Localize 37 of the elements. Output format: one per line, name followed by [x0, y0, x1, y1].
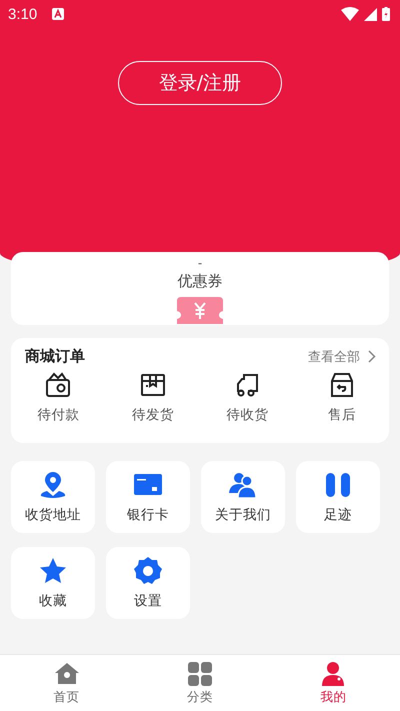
- tab-item[interactable]: 分类: [133, 655, 267, 711]
- people-icon: [228, 470, 258, 500]
- tab-item[interactable]: 我的: [266, 655, 400, 711]
- order-status-button[interactable]: 售后: [294, 372, 389, 424]
- order-status-button[interactable]: 待付款: [11, 372, 106, 424]
- order-status-button[interactable]: 待收货: [200, 372, 294, 424]
- signal-icon: [364, 8, 377, 20]
- service-tile[interactable]: 足迹: [296, 461, 380, 533]
- wifi-icon: [341, 7, 359, 21]
- service-tile[interactable]: 设置: [106, 547, 190, 619]
- package-icon: [140, 372, 166, 398]
- notification-icon: [52, 8, 64, 20]
- service-tile[interactable]: 关于我们: [201, 461, 285, 533]
- service-tile[interactable]: 银行卡: [106, 461, 190, 533]
- order-status-button[interactable]: 待发货: [106, 372, 200, 424]
- user-icon: [320, 660, 346, 686]
- star-icon: [38, 556, 68, 586]
- login-button[interactable]: 登录/注册: [118, 61, 282, 105]
- coupon-card[interactable]: - 优惠券: [11, 252, 389, 325]
- battery-icon: [382, 7, 390, 21]
- location-pin-icon: [38, 470, 68, 500]
- return-box-icon: [328, 372, 355, 398]
- status-time: 3:10: [8, 6, 38, 22]
- coupon-ticket-icon: [177, 297, 223, 324]
- tab-item[interactable]: 首页: [0, 655, 134, 711]
- orders-title: 商城订单: [25, 347, 85, 366]
- settings-icon: [133, 556, 163, 586]
- service-tile[interactable]: 收货地址: [11, 461, 95, 533]
- coupon-value: -: [198, 255, 202, 271]
- service-tile[interactable]: 收藏: [11, 547, 95, 619]
- grid-icon: [186, 660, 213, 686]
- home-icon: [54, 660, 80, 686]
- truck-icon: [234, 372, 260, 398]
- coupon-label: 优惠券: [178, 271, 222, 291]
- wallet-icon: [45, 372, 72, 398]
- chevron-right-icon: [368, 350, 376, 363]
- view-all-link[interactable]: 查看全部: [308, 348, 376, 366]
